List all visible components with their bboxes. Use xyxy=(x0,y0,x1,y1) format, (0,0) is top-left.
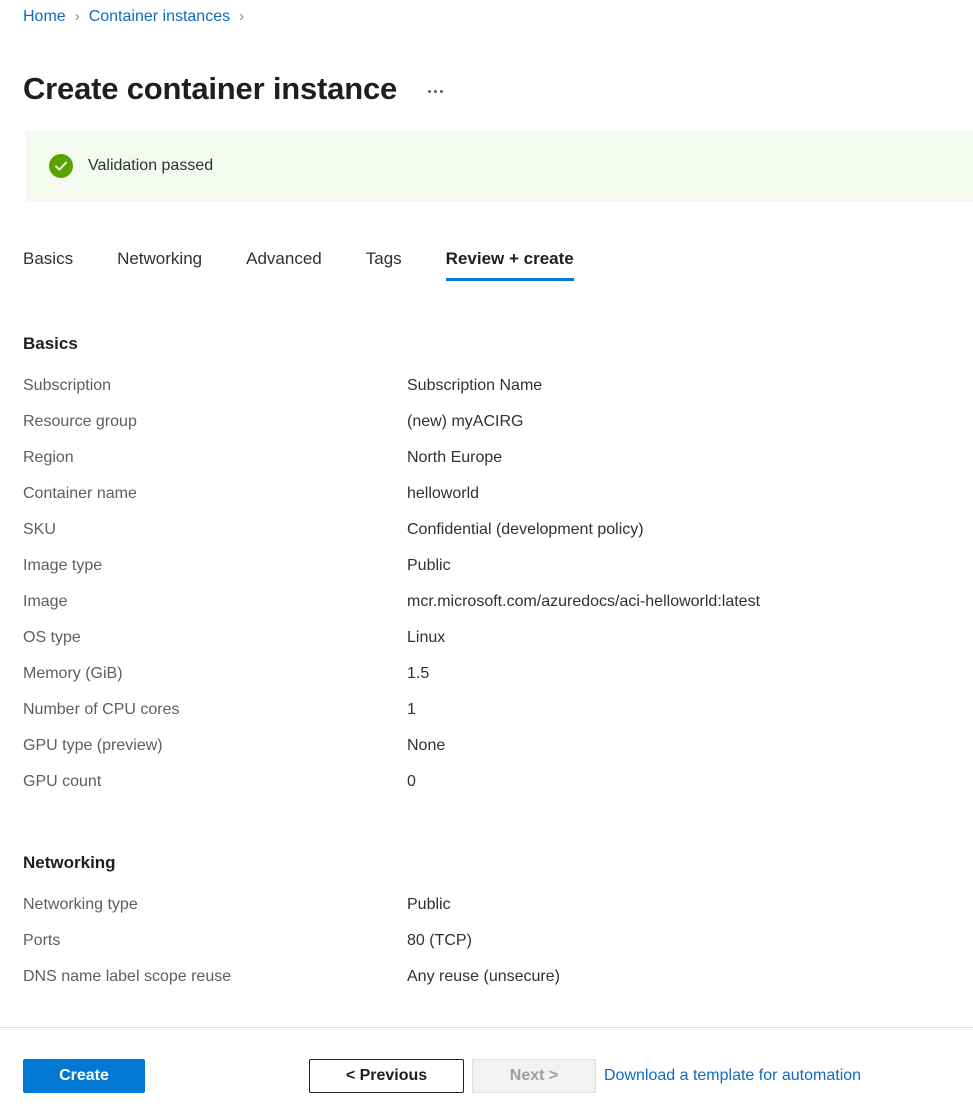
summary-row: GPU type (preview) None xyxy=(23,735,953,771)
wizard-tabs: Basics Networking Advanced Tags Review +… xyxy=(23,243,574,281)
summary-row-label: GPU type (preview) xyxy=(23,735,407,757)
summary-row-value: (new) myACIRG xyxy=(407,411,523,433)
breadcrumb-item-container-instances[interactable]: Container instances xyxy=(89,6,230,28)
summary-section-networking: Networking Networking type Public Ports … xyxy=(23,851,953,1002)
ellipsis-dot xyxy=(434,90,437,93)
breadcrumb: Home › Container instances › xyxy=(23,6,253,28)
summary-row-label: Image xyxy=(23,591,407,613)
summary-row: Image type Public xyxy=(23,555,953,591)
summary-row-label: Region xyxy=(23,447,407,469)
tab-review-create[interactable]: Review + create xyxy=(446,243,574,281)
tab-label: Review + create xyxy=(446,249,574,268)
summary-row: Number of CPU cores 1 xyxy=(23,699,953,735)
summary-row-label: Image type xyxy=(23,555,407,577)
tab-label: Advanced xyxy=(246,249,322,268)
summary-row-value: Public xyxy=(407,555,451,577)
summary-row-value: mcr.microsoft.com/azuredocs/aci-hellowor… xyxy=(407,591,760,613)
ellipsis-dot xyxy=(428,90,431,93)
summary-row-value: None xyxy=(407,735,445,757)
tab-label: Tags xyxy=(366,249,402,268)
summary-list: Networking type Public Ports 80 (TCP) DN… xyxy=(23,894,953,1002)
tab-tags[interactable]: Tags xyxy=(366,243,402,281)
summary-row: Resource group (new) myACIRG xyxy=(23,411,953,447)
breadcrumb-chevron-icon: › xyxy=(75,6,80,28)
summary-row: OS type Linux xyxy=(23,627,953,663)
summary-row-label: Memory (GiB) xyxy=(23,663,407,685)
next-button: Next > xyxy=(472,1059,596,1093)
summary-list: Subscription Subscription Name Resource … xyxy=(23,375,953,807)
summary-row-value: Subscription Name xyxy=(407,375,542,397)
summary-row-value: Linux xyxy=(407,627,445,649)
summary-row-value: North Europe xyxy=(407,447,502,469)
summary-row: DNS name label scope reuse Any reuse (un… xyxy=(23,966,953,1002)
summary-row-label: Networking type xyxy=(23,894,407,916)
summary-row-label: DNS name label scope reuse xyxy=(23,966,407,988)
tab-basics[interactable]: Basics xyxy=(23,243,73,281)
summary-row-label: Subscription xyxy=(23,375,407,397)
summary-row-value: 80 (TCP) xyxy=(407,930,472,952)
summary-row-label: Resource group xyxy=(23,411,407,433)
summary-row-value: Confidential (development policy) xyxy=(407,519,644,541)
tab-label: Basics xyxy=(23,249,73,268)
validation-banner: Validation passed xyxy=(25,131,973,201)
summary-row-value: 1 xyxy=(407,699,416,721)
summary-row-value: 1.5 xyxy=(407,663,429,685)
summary-row: Memory (GiB) 1.5 xyxy=(23,663,953,699)
ellipsis-dot xyxy=(440,90,443,93)
summary-row-label: Container name xyxy=(23,483,407,505)
create-button[interactable]: Create xyxy=(23,1059,145,1093)
summary-row-label: Ports xyxy=(23,930,407,952)
tab-label: Networking xyxy=(117,249,202,268)
summary-row: SKU Confidential (development policy) xyxy=(23,519,953,555)
summary-section-basics: Basics Subscription Subscription Name Re… xyxy=(23,332,953,807)
summary-row: Networking type Public xyxy=(23,894,953,930)
validation-status-text: Validation passed xyxy=(88,155,213,177)
summary-row-label: SKU xyxy=(23,519,407,541)
page-title: Create container instance xyxy=(23,68,397,110)
previous-button[interactable]: < Previous xyxy=(309,1059,464,1093)
summary-row-label: GPU count xyxy=(23,771,407,793)
summary-row: Ports 80 (TCP) xyxy=(23,930,953,966)
breadcrumb-item-home[interactable]: Home xyxy=(23,6,66,28)
page-header: Create container instance xyxy=(23,47,451,131)
summary-row: Container name helloworld xyxy=(23,483,953,519)
breadcrumb-chevron-icon: › xyxy=(239,6,244,28)
summary-row-label: OS type xyxy=(23,627,407,649)
more-options-icon[interactable] xyxy=(419,76,451,108)
summary-row-label: Number of CPU cores xyxy=(23,699,407,721)
tab-networking[interactable]: Networking xyxy=(117,243,202,281)
summary-row-value: Public xyxy=(407,894,451,916)
tab-advanced[interactable]: Advanced xyxy=(246,243,322,281)
download-template-link[interactable]: Download a template for automation xyxy=(604,1065,861,1087)
summary-row: Image mcr.microsoft.com/azuredocs/aci-he… xyxy=(23,591,953,627)
summary-row: Subscription Subscription Name xyxy=(23,375,953,411)
summary-row: Region North Europe xyxy=(23,447,953,483)
section-heading: Basics xyxy=(23,332,953,356)
summary-row-value: 0 xyxy=(407,771,416,793)
summary-row-value: Any reuse (unsecure) xyxy=(407,966,560,988)
summary-row-value: helloworld xyxy=(407,483,479,505)
summary-row: GPU count 0 xyxy=(23,771,953,807)
check-circle-icon xyxy=(49,154,73,178)
wizard-footer: Create < Previous Next > Download a temp… xyxy=(0,1028,973,1119)
section-heading: Networking xyxy=(23,851,953,875)
